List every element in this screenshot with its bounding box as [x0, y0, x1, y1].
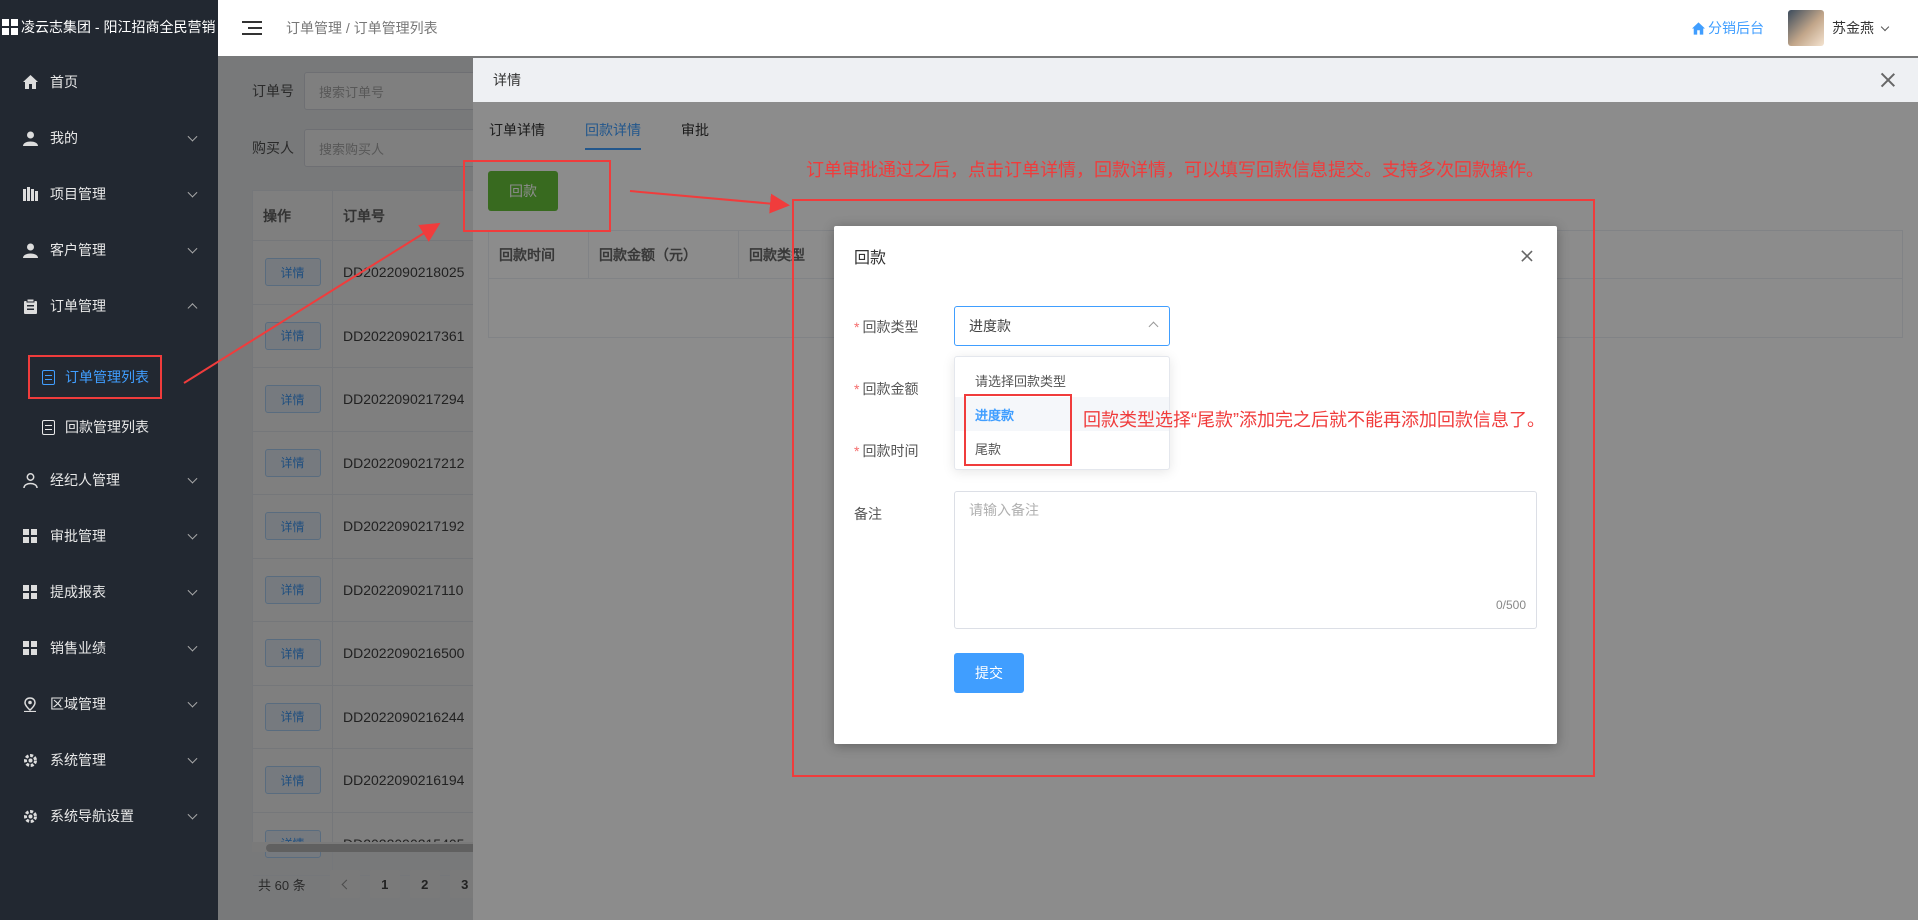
sidebar: 凌云志集团 - 阳江招商全民营销 首页 我的 项目管理 客户管理 订单管理 订单… [0, 0, 218, 920]
sidebar-item-sales[interactable]: 销售业绩 [0, 620, 218, 676]
customer-icon [22, 242, 38, 258]
drawer-title: 详情 [493, 72, 521, 88]
sidebar-item-agent[interactable]: 经纪人管理 [0, 452, 218, 508]
sidebar-item-label: 客户管理 [50, 242, 106, 258]
sidebar-item-label: 提成报表 [50, 584, 106, 600]
sidebar-item-nav-settings[interactable]: 系统导航设置 [0, 788, 218, 844]
annotation-box-dropdown-options [964, 394, 1072, 466]
sidebar-item-region[interactable]: 区域管理 [0, 676, 218, 732]
sidebar-item-label: 我的 [50, 130, 78, 146]
username: 苏金燕 [1832, 20, 1874, 36]
sidebar-item-commission[interactable]: 提成报表 [0, 564, 218, 620]
brand: 凌云志集团 - 阳江招商全民营销 [0, 0, 218, 54]
drawer-header: 详情 [473, 58, 1918, 102]
top-header: 订单管理 / 订单管理列表 分销后台 苏金燕 [218, 0, 1918, 56]
sidebar-item-label: 订单管理 [50, 298, 106, 314]
sidebar-item-customer[interactable]: 客户管理 [0, 222, 218, 278]
chevron-down-icon [187, 697, 198, 708]
home-icon [22, 74, 38, 90]
user-menu[interactable]: 苏金燕 [1832, 18, 1890, 38]
sidebar-item-label: 系统导航设置 [50, 808, 134, 824]
grid-icon [22, 584, 38, 600]
agent-icon [22, 472, 38, 488]
sidebar-subitem-label: 回款管理列表 [65, 419, 149, 435]
sidebar-item-project[interactable]: 项目管理 [0, 166, 218, 222]
distribution-link-label: 分销后台 [1708, 20, 1764, 36]
chevron-down-icon [187, 243, 198, 254]
project-icon [22, 186, 38, 202]
gear-icon [22, 808, 38, 824]
chevron-down-icon [1880, 22, 1890, 31]
chevron-down-icon [187, 641, 198, 652]
sidebar-item-label: 系统管理 [50, 752, 106, 768]
sidebar-item-home[interactable]: 首页 [0, 54, 218, 110]
clipboard-icon [22, 298, 38, 314]
breadcrumb: 订单管理 / 订单管理列表 [286, 20, 438, 36]
grid-icon [22, 640, 38, 656]
home-icon [1692, 21, 1705, 35]
chevron-down-icon [187, 529, 198, 540]
sidebar-item-label: 审批管理 [50, 528, 106, 544]
chevron-down-icon [187, 809, 198, 820]
user-icon [22, 130, 38, 146]
annotation-top-note: 订单审批通过之后，点击订单详情，回款详情，可以填写回款信息提交。支持多次回款操作… [806, 160, 1544, 180]
sidebar-item-label: 区域管理 [50, 696, 106, 712]
annotation-box-order-list [28, 355, 162, 399]
header-right: 分销后台 苏金燕 [1692, 0, 1890, 56]
sidebar-item-orders[interactable]: 订单管理 [0, 278, 218, 334]
location-icon [22, 696, 38, 712]
sidebar-subitem-payment-list[interactable]: 回款管理列表 [0, 402, 218, 452]
chevron-down-icon [187, 585, 198, 596]
sidebar-item-label: 首页 [50, 74, 78, 90]
sidebar-item-label: 销售业绩 [50, 640, 106, 656]
sidebar-item-approval[interactable]: 审批管理 [0, 508, 218, 564]
app-grid-icon [2, 19, 18, 35]
sidebar-item-system[interactable]: 系统管理 [0, 732, 218, 788]
grid-icon [22, 528, 38, 544]
distribution-backend-link[interactable]: 分销后台 [1692, 18, 1764, 38]
chevron-up-icon [187, 303, 198, 314]
chevron-down-icon [187, 753, 198, 764]
annotation-side-note: 回款类型选择“尾款”添加完之后就不能再添加回款信息了。 [1083, 410, 1545, 430]
sidebar-item-label: 经纪人管理 [50, 472, 120, 488]
annotation-box-payment-button [463, 160, 611, 232]
document-icon [42, 419, 55, 435]
sidebar-item-label: 项目管理 [50, 186, 106, 202]
gear-icon [22, 752, 38, 768]
drawer-close-icon[interactable] [1880, 72, 1896, 88]
chevron-down-icon [187, 187, 198, 198]
chevron-down-icon [187, 473, 198, 484]
sidebar-item-mine[interactable]: 我的 [0, 110, 218, 166]
menu-toggle-icon[interactable] [242, 17, 262, 39]
annotation-box-dialog [792, 199, 1595, 777]
chevron-down-icon [187, 131, 198, 142]
avatar[interactable] [1788, 10, 1824, 46]
brand-title: 凌云志集团 - 阳江招商全民营销 [21, 19, 216, 35]
